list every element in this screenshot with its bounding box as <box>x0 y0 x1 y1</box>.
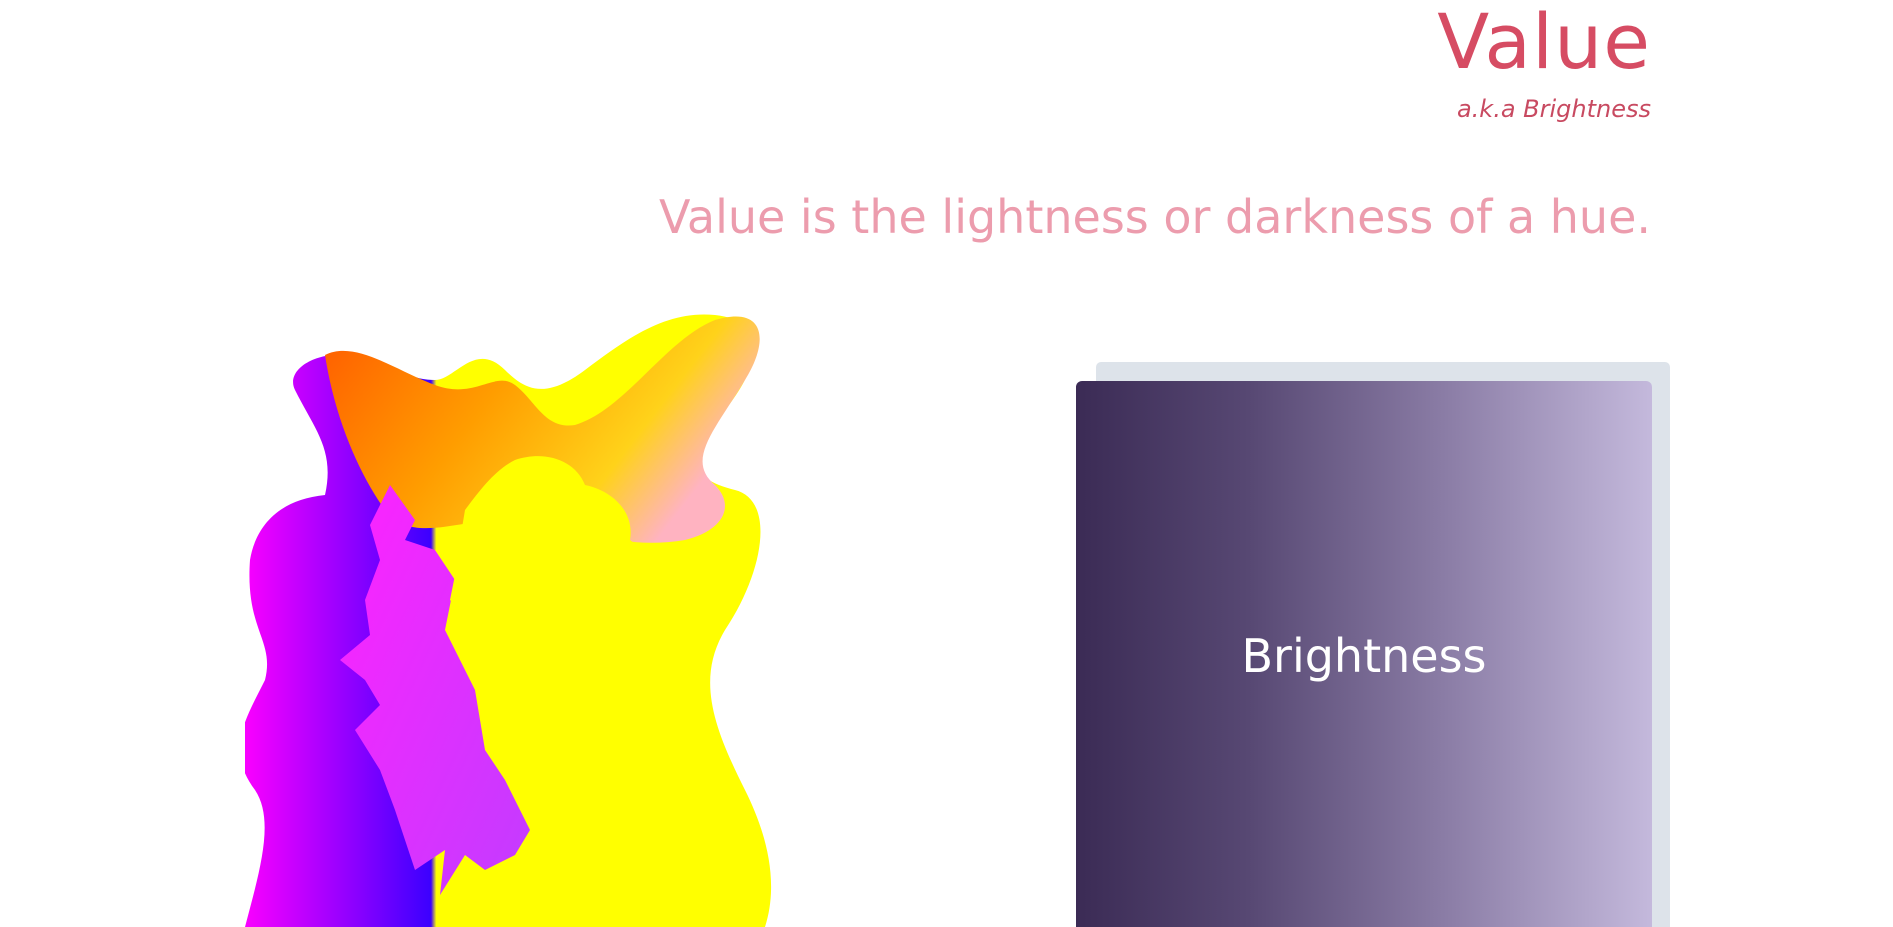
brightness-card: Brightness <box>1076 381 1652 927</box>
page: Value a.k.a Brightness Value is the ligh… <box>0 0 1893 927</box>
page-title: Value <box>1437 0 1651 86</box>
abstract-paint-splash-icon <box>245 314 772 927</box>
tagline: Value is the lightness or darkness of a … <box>658 190 1651 244</box>
page-subtitle: a.k.a Brightness <box>1456 95 1651 123</box>
card-label: Brightness <box>1241 629 1487 683</box>
